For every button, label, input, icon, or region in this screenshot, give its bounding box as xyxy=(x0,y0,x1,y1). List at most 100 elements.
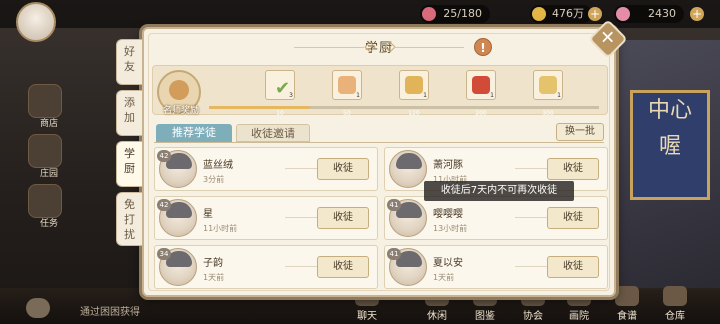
section-divider xyxy=(154,142,604,143)
reward-milestone: 120 xyxy=(408,110,420,117)
nav-warehouse[interactable]: 仓库 xyxy=(660,286,690,322)
title-divider-right xyxy=(394,47,464,48)
reward-item[interactable]: ✔ 3 xyxy=(265,70,295,100)
tab-recommended-apprentices[interactable]: 推荐学徒 xyxy=(156,124,232,142)
tab-friends[interactable]: 好友 xyxy=(116,39,142,85)
reward-item[interactable]: 1 xyxy=(332,70,362,100)
level-badge: 41 xyxy=(387,248,401,260)
player-avatar[interactable] xyxy=(16,2,56,42)
recruit-button[interactable]: 收徒 xyxy=(317,256,369,278)
tab-apprentice-label: 学厨 xyxy=(124,147,135,175)
apprentice-name: 夏以安 xyxy=(433,258,463,269)
task-label: 任务 xyxy=(39,219,58,229)
stamina-value: 25/180 xyxy=(443,7,482,20)
recruit-button[interactable]: 收徒 xyxy=(547,207,599,229)
nav-gallery-label: 画院 xyxy=(569,311,589,322)
street-scene: 中心 喔 xyxy=(610,40,720,290)
check-icon: ✔ xyxy=(275,78,291,99)
tab-add[interactable]: 添加 xyxy=(116,90,142,136)
last-active-time: 1天前 xyxy=(433,273,455,282)
left-menu: 商店 庄园 任务 xyxy=(28,40,68,234)
nav-warehouse-label: 仓库 xyxy=(665,311,685,322)
coin-icon xyxy=(532,7,546,21)
manor-button[interactable]: 庄园 xyxy=(28,134,62,179)
stamina-counter: 25/180 xyxy=(420,5,490,23)
nav-leisure-label: 休闲 xyxy=(427,311,447,322)
last-active-time: 3分前 xyxy=(203,175,225,184)
level-badge: 41 xyxy=(387,199,401,211)
apprentice-name: 星 xyxy=(203,209,213,220)
task-button[interactable]: 任务 xyxy=(28,184,62,229)
cake-icon xyxy=(338,76,356,94)
apprentice-card: 34 子韵 1天前 收徒 xyxy=(154,245,378,289)
reward-count: 1 xyxy=(423,92,427,99)
reward-milestone: 300 xyxy=(542,110,554,117)
gift-box-icon xyxy=(472,76,490,94)
shop-sign: 中心 喔 xyxy=(630,90,710,200)
apprentice-card: 42 星 11小时前 收徒 xyxy=(154,196,378,240)
last-active-time: 13小时前 xyxy=(433,224,468,233)
level-badge: 42 xyxy=(157,150,171,162)
apprentice-dialog: 好友 添加 学厨 免打扰 学厨 ! ✕ 名师奖励 ✔ 3 10 1 50 1 120 1 200… xyxy=(116,19,628,297)
help-button[interactable]: ! xyxy=(474,38,492,56)
title-divider-left xyxy=(294,47,364,48)
apprentice-card: 41 嘤嘤嘤 13小时前 收徒 xyxy=(384,196,608,240)
level-badge: 42 xyxy=(157,199,171,211)
coin-value: 476万 xyxy=(552,7,584,20)
dialog-header: 学厨 xyxy=(144,37,614,57)
gem-counter: 2430 xyxy=(614,5,684,23)
tab-add-label: 添加 xyxy=(124,96,135,124)
shop-button[interactable]: 商店 xyxy=(28,84,62,129)
last-active-time: 11小时前 xyxy=(203,224,238,233)
reward-progress-fill xyxy=(209,106,311,109)
reward-milestone: 200 xyxy=(475,110,487,117)
heart-icon xyxy=(422,7,436,21)
add-coin-button[interactable]: + xyxy=(588,7,602,21)
reward-milestone: 10 xyxy=(276,110,284,117)
warehouse-icon xyxy=(663,286,687,306)
ring-icon xyxy=(405,76,423,94)
recruit-button[interactable]: 收徒 xyxy=(547,158,599,180)
level-badge: 34 xyxy=(157,248,171,260)
nav-recipe[interactable]: 食谱 xyxy=(612,286,642,322)
apprentice-card: 42 蓝丝绒 3分前 收徒 xyxy=(154,147,378,191)
apprentice-name: 蓝丝绒 xyxy=(203,160,233,171)
tab-do-not-disturb[interactable]: 免打扰 xyxy=(116,192,142,246)
recruit-button[interactable]: 收徒 xyxy=(547,256,599,278)
reward-count: 1 xyxy=(356,92,360,99)
nav-guild-label: 协会 xyxy=(523,311,543,322)
master-reward-strip: 名师奖励 ✔ 3 10 1 50 1 120 1 200 1 300 xyxy=(152,65,608,117)
reward-progress-track xyxy=(209,106,599,109)
gem-value: 2430 xyxy=(648,7,676,20)
tab-apprentice-invites[interactable]: 收徒邀请 xyxy=(236,124,310,142)
chat-bubble-icon[interactable] xyxy=(26,298,50,318)
tab-apprentice[interactable]: 学厨 xyxy=(116,141,142,187)
close-icon: ✕ xyxy=(600,28,616,49)
tab-dnd-label: 免打扰 xyxy=(124,198,135,241)
reward-item[interactable]: 1 xyxy=(533,70,563,100)
ingredient-icon xyxy=(539,76,557,94)
bottom-notice: 通过困困获得 xyxy=(80,307,140,318)
coin-counter: 476万 xyxy=(530,5,592,23)
nav-album-label: 图鉴 xyxy=(475,311,495,322)
reward-count: 1 xyxy=(557,92,561,99)
apprentice-card: 41 夏以安 1天前 收徒 xyxy=(384,245,608,289)
add-gem-button[interactable]: + xyxy=(690,7,704,21)
reward-item[interactable]: 1 xyxy=(466,70,496,100)
reward-item[interactable]: 1 xyxy=(399,70,429,100)
apprentice-name: 子韵 xyxy=(203,258,223,269)
toast-message: 收徒后7天内不可再次收徒 xyxy=(424,181,574,201)
last-active-time: 1天前 xyxy=(203,273,225,282)
apprentice-name: 嘤嘤嘤 xyxy=(433,209,463,220)
tab-friends-label: 好友 xyxy=(124,45,135,73)
shop-label: 商店 xyxy=(39,119,58,129)
side-tabs: 好友 添加 学厨 免打扰 xyxy=(116,39,144,251)
recipe-icon xyxy=(615,286,639,306)
recruit-button[interactable]: 收徒 xyxy=(317,207,369,229)
master-reward-label: 名师奖励 xyxy=(162,106,199,116)
refresh-button[interactable]: 换一批 xyxy=(556,123,604,141)
recruit-button[interactable]: 收徒 xyxy=(317,158,369,180)
manor-label: 庄园 xyxy=(39,169,58,179)
reward-count: 3 xyxy=(289,92,293,99)
apprentice-avatar[interactable] xyxy=(389,150,427,188)
